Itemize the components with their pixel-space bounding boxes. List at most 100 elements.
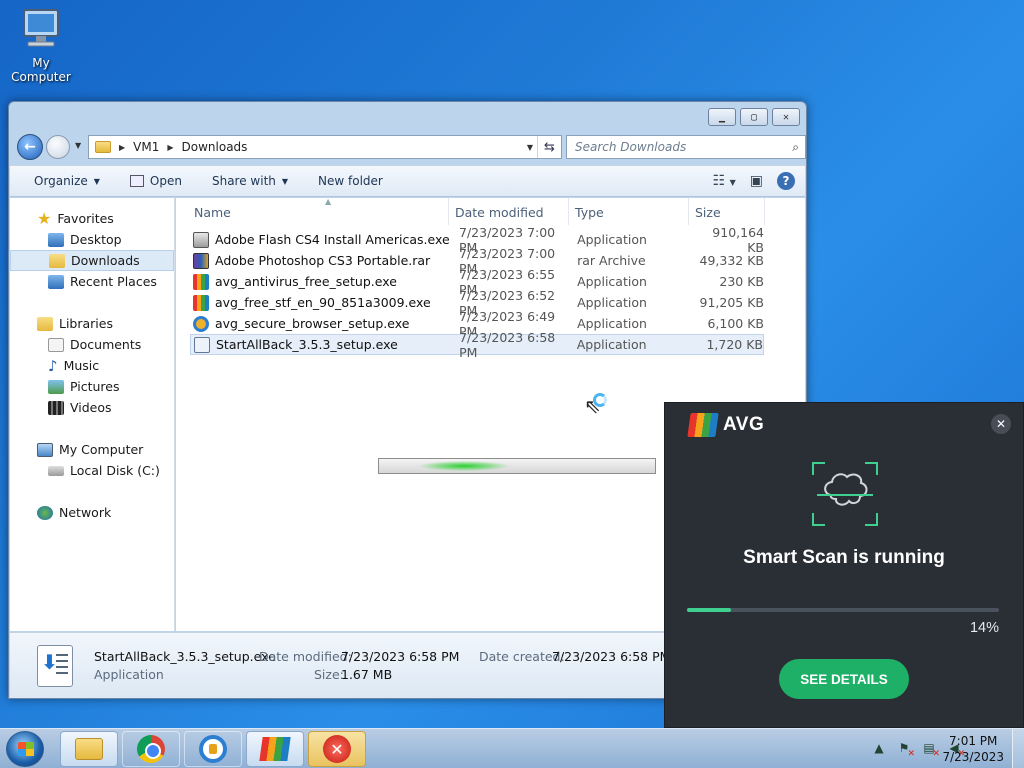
network-status-icon[interactable]: ▤ ✕ (921, 740, 940, 759)
maximize-button[interactable]: ▢ (740, 108, 768, 126)
forward-button[interactable] (46, 135, 70, 159)
nav-network[interactable]: Network (10, 502, 174, 523)
nav-downloads[interactable]: Downloads (10, 250, 174, 271)
avg-logo: AVG (687, 413, 764, 437)
details-date-modified-label: Date modified: (259, 649, 352, 664)
recent-places-icon (48, 274, 64, 289)
disk-drive-icon (48, 465, 64, 476)
nav-label: Desktop (70, 232, 122, 247)
folder-icon (95, 141, 111, 153)
file-name: Adobe Flash CS4 Install Americas.exe (215, 232, 450, 247)
change-view-icon[interactable]: ☷ ▼ (713, 173, 736, 189)
file-type: rar Archive (577, 253, 646, 268)
close-icon[interactable]: ✕ (991, 414, 1011, 434)
file-size: 6,100 KB (707, 316, 764, 331)
show-hidden-icons-icon[interactable]: ▲ (871, 740, 887, 756)
share-with-button[interactable]: Share with ▼ (212, 174, 288, 188)
nav-desktop[interactable]: Desktop (10, 229, 174, 250)
downloads-folder-icon (49, 253, 65, 268)
new-folder-button[interactable]: New folder (318, 174, 383, 188)
file-date-modified: 7/23/2023 6:58 PM (459, 329, 556, 360)
file-size: 230 KB (719, 274, 764, 289)
breadcrumb-arrow-icon[interactable]: ▶ (167, 143, 173, 152)
search-input[interactable]: Search Downloads ⌕ (566, 135, 806, 159)
nav-label: My Computer (59, 442, 144, 457)
preview-pane-icon[interactable]: ▣ (750, 173, 763, 189)
music-icon: ♪ (48, 356, 58, 375)
file-name: avg_antivirus_free_setup.exe (215, 274, 397, 289)
show-desktop-button[interactable] (1012, 729, 1024, 768)
file-size: 1,720 KB (706, 337, 763, 352)
help-icon[interactable]: ? (777, 172, 795, 190)
nav-favorites[interactable]: ★ Favorites (10, 208, 174, 229)
toolbar-right: ☷ ▼ ▣ ? (713, 172, 795, 190)
file-type: Application (577, 295, 647, 310)
marquee-progress-bar (378, 458, 656, 474)
breadcrumb-vm1[interactable]: VM1 (133, 140, 159, 154)
taskbar-chrome[interactable] (122, 731, 180, 767)
open-label: Open (149, 174, 182, 188)
system-clock[interactable]: 7:01 PM 7/23/2023 (942, 733, 1004, 765)
chevron-down-icon: ▼ (281, 176, 289, 186)
taskbar-error-dialog[interactable]: ✕ (308, 731, 366, 767)
desktop-icon-my-computer[interactable]: My Computer (2, 8, 80, 84)
file-row[interactable]: StartAllBack_3.5.3_setup.exe 7/23/2023 6:… (190, 330, 764, 360)
explorer-icon (75, 738, 103, 760)
start-button[interactable] (6, 731, 44, 767)
scan-progress-percent: 14% (969, 620, 999, 636)
close-window-button[interactable]: ✕ (772, 108, 800, 126)
column-date-modified[interactable]: Date modified (449, 198, 569, 225)
videos-icon (48, 400, 64, 415)
rar-archive-icon (193, 252, 209, 269)
libraries-icon (37, 316, 53, 331)
file-type: Application (577, 316, 647, 331)
file-type: Application (576, 337, 647, 352)
breadcrumb-arrow-icon[interactable]: ▶ (119, 143, 125, 152)
computer-icon (18, 8, 64, 50)
back-button[interactable]: ← (17, 134, 43, 160)
nav-libraries[interactable]: Libraries (10, 313, 174, 334)
address-bar[interactable]: ▶ VM1 ▶ Downloads ▼ ⇆ (88, 135, 562, 159)
new-folder-label: New folder (318, 174, 383, 188)
setup-file-large-icon: ⬇ (37, 645, 73, 687)
file-type: Application (577, 232, 647, 247)
nav-recent-places[interactable]: Recent Places (10, 271, 174, 292)
column-type[interactable]: Type (569, 198, 689, 225)
nav-label: Network (59, 505, 112, 520)
nav-local-disk[interactable]: Local Disk (C:) (10, 460, 174, 481)
action-center-flag-icon[interactable]: ⚑ ✕ (896, 740, 915, 759)
nav-pictures[interactable]: Pictures (10, 376, 174, 397)
column-name[interactable]: Name (188, 198, 449, 225)
nav-my-computer[interactable]: My Computer (10, 439, 174, 460)
file-type: Application (577, 274, 647, 289)
refresh-icon[interactable]: ⇆ (537, 136, 561, 158)
minimize-button[interactable]: ▁ (708, 108, 736, 126)
breadcrumb-downloads[interactable]: Downloads (182, 140, 248, 154)
search-icon[interactable]: ⌕ (792, 140, 799, 155)
nav-label: Recent Places (70, 274, 157, 289)
file-name: StartAllBack_3.5.3_setup.exe (216, 337, 398, 352)
nav-documents[interactable]: Documents (10, 334, 174, 355)
nav-label: Music (63, 358, 100, 373)
see-details-button[interactable]: SEE DETAILS (779, 659, 909, 699)
column-size[interactable]: Size (689, 198, 765, 225)
address-dropdown-icon[interactable]: ▼ (527, 143, 533, 152)
taskbar: ✕ ▲ ⚑ ✕ ▤ ✕ ◀ ✕ 7:01 PM 7/23/2023 (0, 728, 1024, 768)
open-button[interactable]: Open (129, 174, 182, 188)
nav-music[interactable]: ♪ Music (10, 355, 174, 376)
documents-icon (48, 337, 64, 352)
taskbar-explorer[interactable] (60, 731, 118, 767)
brain-scan-icon (811, 461, 879, 527)
taskbar-avg-antivirus[interactable] (246, 731, 304, 767)
flash-installer-icon (193, 231, 209, 248)
avg-setup-icon (193, 273, 209, 290)
nav-label: Videos (70, 400, 112, 415)
star-icon: ★ (37, 208, 52, 228)
avg-antivirus-icon (259, 737, 291, 761)
nav-videos[interactable]: Videos (10, 397, 174, 418)
pictures-icon (48, 379, 64, 394)
taskbar-avg-secure-browser[interactable] (184, 731, 242, 767)
search-placeholder: Search Downloads (575, 140, 687, 154)
organize-button[interactable]: Organize ▼ (34, 174, 100, 188)
recent-pages-dropdown-icon[interactable]: ▼ (75, 141, 81, 150)
